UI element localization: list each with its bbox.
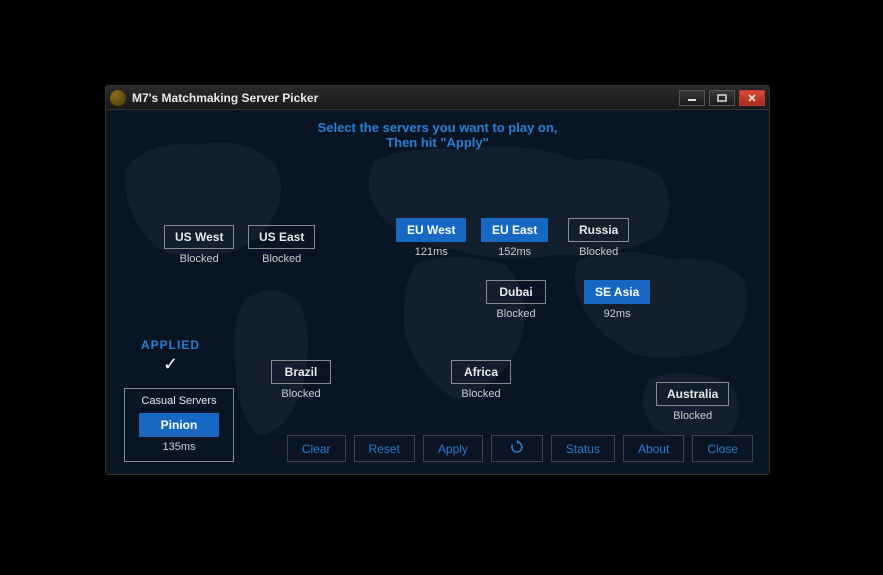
server-dubai-button[interactable]: Dubai	[486, 280, 546, 304]
server-eu-west-status: 121ms	[396, 246, 466, 258]
server-australia-button[interactable]: Australia	[656, 382, 729, 406]
app-window: M7's Matchmaking Server Picker	[105, 85, 770, 475]
instructions-line1: Select the servers you want to play on,	[106, 120, 769, 135]
applied-label: APPLIED	[141, 338, 200, 352]
server-se-asia-status: 92ms	[584, 308, 650, 320]
apply-button[interactable]: Apply	[423, 435, 483, 462]
instructions-line2: Then hit "Apply"	[106, 135, 769, 150]
server-us-east-status: Blocked	[248, 253, 315, 265]
titlebar[interactable]: M7's Matchmaking Server Picker	[106, 86, 769, 110]
server-us-west: US West Blocked	[164, 225, 234, 265]
window-controls	[679, 90, 765, 106]
server-brazil-status: Blocked	[271, 388, 331, 400]
server-se-asia: SE Asia 92ms	[584, 280, 650, 320]
server-eu-east-button[interactable]: EU East	[481, 218, 548, 242]
server-eu-east-status: 152ms	[481, 246, 548, 258]
about-button[interactable]: About	[623, 435, 684, 462]
maximize-button[interactable]	[709, 90, 735, 106]
content-area: Select the servers you want to play on, …	[106, 110, 769, 474]
server-australia-status: Blocked	[656, 410, 729, 422]
reset-button[interactable]: Reset	[354, 435, 415, 462]
server-eu-east: EU East 152ms	[481, 218, 548, 258]
action-bar: Clear Reset Apply Status About Close	[287, 435, 753, 462]
casual-servers-panel: Casual Servers Pinion 135ms	[124, 388, 234, 462]
window-title: M7's Matchmaking Server Picker	[132, 91, 679, 105]
clear-button[interactable]: Clear	[287, 435, 346, 462]
server-brazil-button[interactable]: Brazil	[271, 360, 331, 384]
casual-pinion-button[interactable]: Pinion	[139, 413, 219, 437]
close-button[interactable]: Close	[692, 435, 753, 462]
close-window-button[interactable]	[739, 90, 765, 106]
server-africa-button[interactable]: Africa	[451, 360, 511, 384]
server-russia-status: Blocked	[568, 246, 629, 258]
server-dubai-status: Blocked	[486, 308, 546, 320]
applied-indicator: APPLIED ✓	[141, 338, 200, 375]
server-russia: Russia Blocked	[568, 218, 629, 258]
server-australia: Australia Blocked	[656, 382, 729, 422]
check-icon: ✓	[141, 354, 200, 375]
server-africa: Africa Blocked	[451, 360, 511, 400]
minimize-button[interactable]	[679, 90, 705, 106]
server-brazil: Brazil Blocked	[271, 360, 331, 400]
casual-pinion-status: 135ms	[133, 441, 225, 453]
server-us-east: US East Blocked	[248, 225, 315, 265]
status-button[interactable]: Status	[551, 435, 615, 462]
server-us-east-button[interactable]: US East	[248, 225, 315, 249]
server-dubai: Dubai Blocked	[486, 280, 546, 320]
app-icon	[110, 90, 126, 106]
server-us-west-status: Blocked	[164, 253, 234, 265]
refresh-button[interactable]	[491, 435, 543, 462]
server-eu-west: EU West 121ms	[396, 218, 466, 258]
server-russia-button[interactable]: Russia	[568, 218, 629, 242]
refresh-icon	[510, 443, 524, 457]
server-us-west-button[interactable]: US West	[164, 225, 234, 249]
server-eu-west-button[interactable]: EU West	[396, 218, 466, 242]
server-africa-status: Blocked	[451, 388, 511, 400]
instructions: Select the servers you want to play on, …	[106, 110, 769, 150]
casual-servers-title: Casual Servers	[133, 395, 225, 407]
server-se-asia-button[interactable]: SE Asia	[584, 280, 650, 304]
